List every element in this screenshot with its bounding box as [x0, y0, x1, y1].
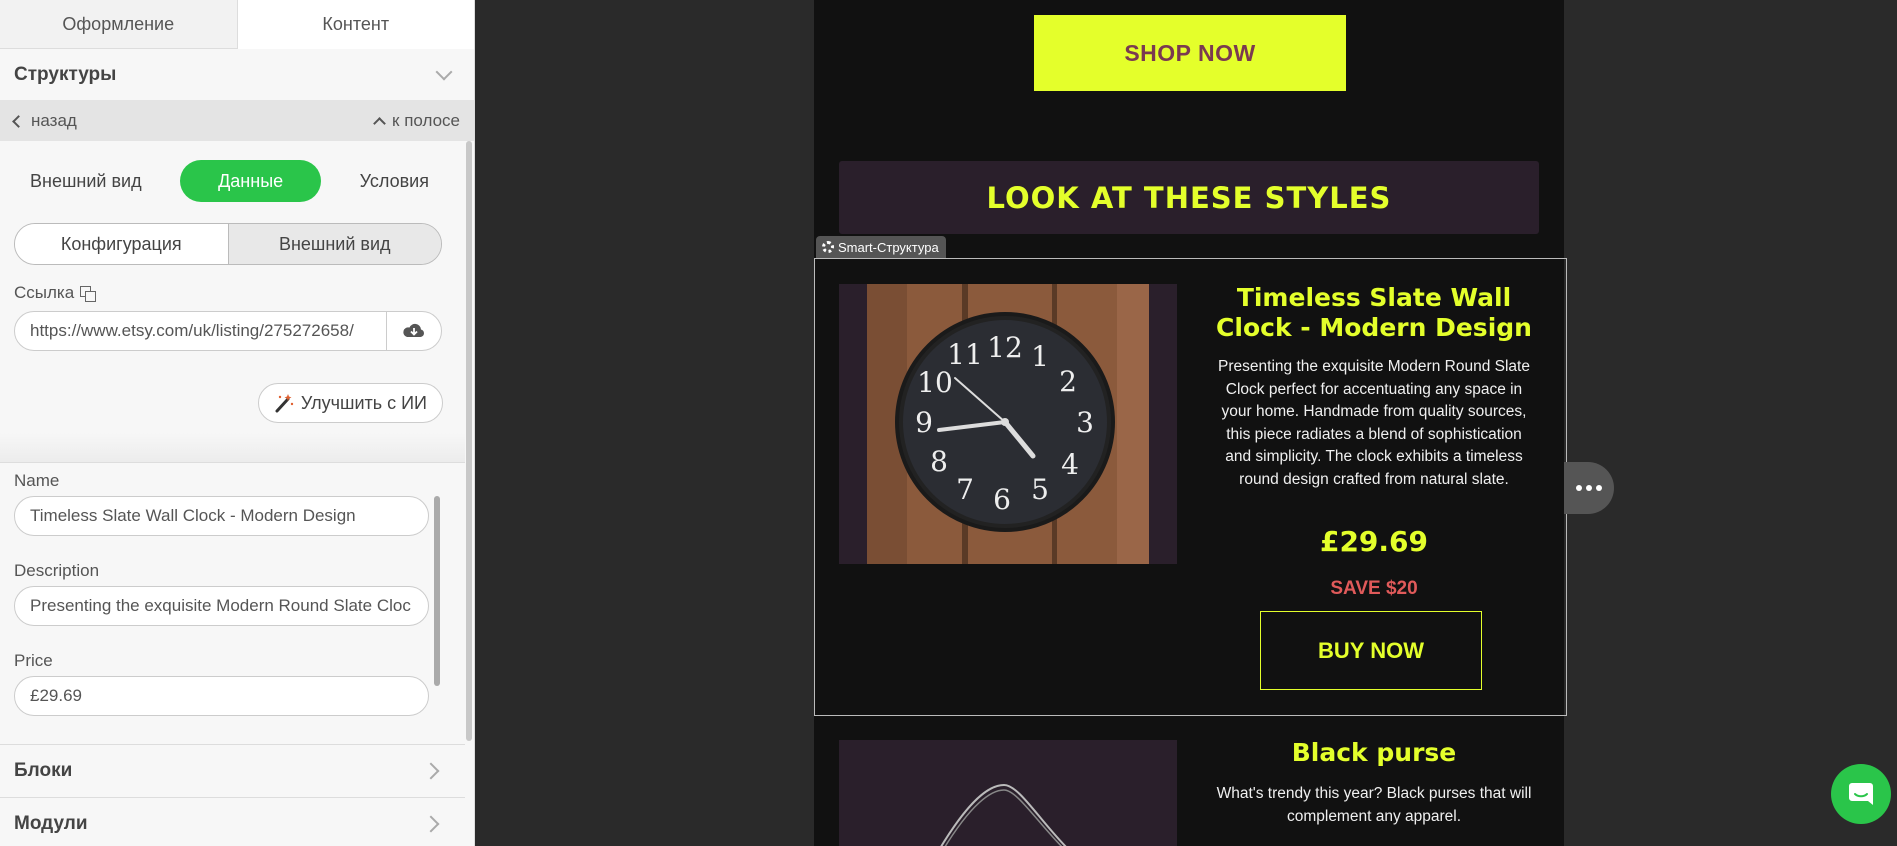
more-options-button[interactable] [1564, 462, 1614, 514]
svg-text:9: 9 [915, 406, 933, 439]
dot-icon [1596, 485, 1602, 491]
product-title: Timeless Slate Wall Clock - Modern Desig… [1216, 283, 1532, 342]
svg-text:11: 11 [947, 338, 983, 371]
tab-content[interactable]: Контент [236, 0, 474, 49]
product-image-card: 12 1 2 3 4 5 6 7 8 9 10 11 [839, 284, 1177, 564]
load-link-button[interactable] [386, 312, 441, 350]
improve-with-ai-button[interactable]: Улучшить с ИИ [257, 383, 443, 423]
smart-structure-label: Smart-Структура [838, 239, 939, 255]
copy-icon[interactable] [80, 286, 97, 302]
back-link[interactable]: назад [12, 111, 77, 131]
blocks-title: Блоки [14, 760, 73, 781]
gear-icon [822, 241, 834, 253]
svg-text:4: 4 [1061, 448, 1079, 481]
product-description: What's trendy this year? Black purses th… [1216, 785, 1532, 825]
name-label: Name [14, 471, 60, 490]
product-image-card [839, 740, 1177, 846]
tab-data[interactable]: Данные [180, 160, 322, 202]
structures-title: Структуры [14, 63, 117, 85]
email-canvas: SHOP NOW LOOK AT THESE STYLES Smart-Стру… [475, 0, 1897, 846]
magic-wand-icon [275, 394, 294, 413]
cloud-download-icon [403, 323, 424, 337]
svg-text:5: 5 [1031, 473, 1049, 506]
email-preview: SHOP NOW LOOK AT THESE STYLES Smart-Стру… [814, 0, 1567, 846]
scrollbar-thumb[interactable] [466, 141, 472, 741]
name-field[interactable]: Timeless Slate Wall Clock - Modern Desig… [14, 496, 429, 536]
price-label: Price [14, 651, 53, 670]
blocks-header[interactable]: Блоки [0, 744, 465, 797]
tab-conditions[interactable]: Условия [344, 171, 445, 192]
tab-design[interactable]: Оформление [0, 0, 237, 49]
ai-button-label: Улучшить с ИИ [300, 392, 427, 413]
shop-now-button[interactable]: SHOP NOW [1034, 15, 1346, 91]
back-label: назад [31, 111, 77, 130]
chevron-left-icon [12, 114, 25, 128]
buy-now-button[interactable]: BUY NOW [1260, 611, 1482, 690]
top-tabs: Оформление Контент [0, 0, 474, 49]
purse-image [940, 783, 1067, 846]
chevron-down-icon [435, 63, 453, 80]
svg-text:12: 12 [987, 331, 1023, 364]
chat-icon [1849, 783, 1873, 805]
price-field[interactable]: £29.69 [14, 676, 429, 716]
tab-configuration[interactable]: Конфигурация [15, 224, 228, 264]
svg-text:7: 7 [956, 473, 974, 506]
to-stripe-link[interactable]: к полосе [373, 111, 460, 131]
styles-banner: LOOK AT THESE STYLES [839, 161, 1539, 234]
chevron-right-icon [422, 762, 440, 780]
dot-icon [1576, 485, 1582, 491]
clock-image: 12 1 2 3 4 5 6 7 8 9 10 11 [867, 284, 1149, 564]
svg-text:6: 6 [993, 483, 1011, 516]
product-save-badge: SAVE $20 [1330, 578, 1418, 599]
divider [0, 433, 465, 463]
product-description: Presenting the exquisite Modern Round Sl… [1218, 358, 1530, 488]
chat-button[interactable] [1831, 764, 1891, 824]
structures-header[interactable]: Структуры [0, 49, 474, 101]
description-field[interactable]: Presenting the exquisite Modern Round Sl… [14, 586, 429, 626]
view-tabs: Внешний вид Данные Условия [0, 141, 465, 203]
panel-body: Внешний вид Данные Условия Конфигурация … [0, 141, 465, 741]
tab-sub-appearance[interactable]: Внешний вид [227, 224, 441, 264]
chevron-right-icon [422, 815, 440, 833]
panel-scrollbar[interactable] [466, 141, 472, 741]
navigation-bar: назад к полосе [0, 101, 474, 141]
dot-icon [1586, 485, 1592, 491]
link-label-row: Ссылка [0, 283, 465, 303]
fields-scrollbar[interactable] [434, 496, 440, 686]
to-stripe-label: к полосе [392, 111, 460, 130]
product-price: £29.69 [1319, 525, 1429, 558]
svg-text:8: 8 [930, 445, 948, 478]
tab-appearance[interactable]: Внешний вид [14, 171, 158, 192]
sub-tabs: Конфигурация Внешний вид [14, 223, 442, 265]
editor-panel: Оформление Контент Структуры назад к пол… [0, 0, 475, 846]
svg-text:2: 2 [1059, 365, 1077, 398]
description-label: Description [14, 561, 100, 580]
svg-text:1: 1 [1031, 340, 1049, 373]
link-input[interactable] [15, 321, 386, 341]
smart-structure-tag[interactable]: Smart-Структура [816, 236, 946, 258]
modules-title: Модули [14, 813, 88, 834]
link-field [14, 311, 442, 351]
modules-header[interactable]: Модули [0, 797, 465, 846]
svg-text:3: 3 [1076, 406, 1094, 439]
link-label: Ссылка [14, 283, 75, 302]
product-title: Black purse [1291, 738, 1457, 767]
chevron-up-icon [373, 117, 386, 130]
